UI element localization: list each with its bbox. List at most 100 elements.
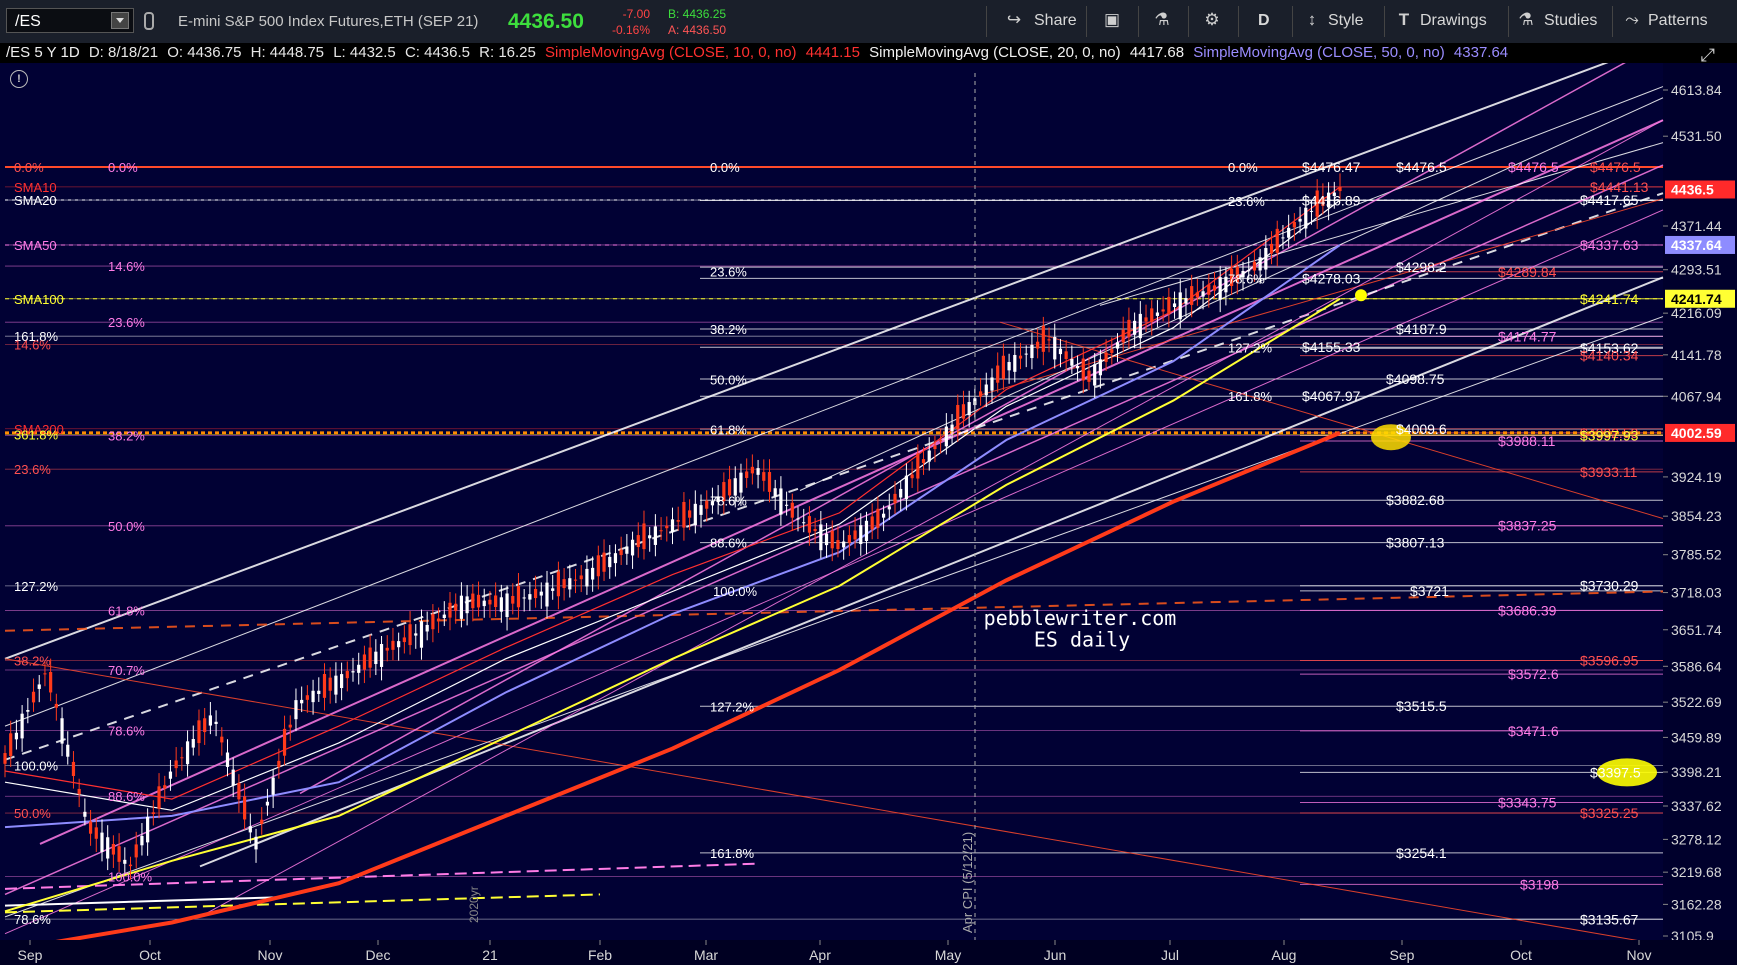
share-icon[interactable]: ↪	[1004, 10, 1024, 30]
candle-body	[294, 700, 298, 720]
period-button[interactable]: D	[1258, 12, 1270, 30]
price-level-label: $4278.03	[1302, 270, 1361, 286]
text-icon[interactable]: T	[1394, 10, 1414, 30]
candle-body	[608, 556, 612, 568]
sma20-value: 4417.68	[1129, 44, 1185, 61]
candle-body	[1172, 303, 1177, 308]
candle-body	[54, 703, 58, 708]
candle-body	[511, 595, 515, 604]
bid-ask: B: 4436.25 A: 4436.50	[668, 6, 726, 38]
candle-body	[899, 488, 903, 498]
candle-body	[379, 644, 384, 667]
candle-body	[180, 757, 184, 759]
x-tick-label: Feb	[588, 947, 612, 963]
fib-label: 100.0%	[14, 758, 59, 773]
price-level-label: $4476.47	[1302, 159, 1361, 175]
ask-value: A: 4436.50	[668, 23, 727, 37]
candle-body	[790, 502, 794, 518]
candle-body	[653, 526, 657, 545]
candle-body	[31, 691, 36, 703]
candle-body	[128, 864, 133, 867]
candle-body	[20, 713, 24, 739]
candle-body	[9, 733, 13, 757]
symbol-selector[interactable]: /ES	[6, 8, 134, 33]
studies-icon[interactable]: ⚗	[1516, 10, 1536, 30]
candle-body	[693, 503, 697, 526]
fib-label: 78.6%	[14, 912, 51, 927]
candle-body	[374, 651, 378, 665]
drawings-button[interactable]: Drawings	[1420, 12, 1487, 30]
candle-body	[100, 832, 104, 852]
fib-label: SMA20	[14, 193, 57, 208]
fib-label: 0.0%	[710, 160, 740, 175]
candle-body	[243, 796, 247, 820]
price-badge-label: 4241.74	[1671, 291, 1722, 307]
candle-body	[516, 585, 521, 608]
candle-body	[111, 843, 115, 855]
y-tick-label: 4531.50	[1671, 128, 1722, 144]
fib-label: 161.8%	[1228, 389, 1273, 404]
candle-body	[573, 579, 578, 581]
studies-button[interactable]: Studies	[1544, 12, 1597, 30]
candle-body	[762, 472, 766, 481]
candle-body	[1167, 296, 1171, 315]
candle-body	[1064, 351, 1068, 360]
sma10-label[interactable]: SimpleMovingAvg (CLOSE, 10, 0, no)	[545, 44, 797, 61]
patterns-button[interactable]: Patterns	[1648, 12, 1708, 30]
candle-body	[944, 426, 948, 447]
candle-body	[1338, 186, 1342, 192]
candle-body	[539, 591, 543, 596]
candle-body	[602, 552, 606, 572]
candle-body	[117, 846, 121, 862]
style-icon[interactable]: ↕	[1302, 10, 1322, 30]
candle-body	[1018, 355, 1023, 359]
fib-label: 0.0%	[14, 160, 44, 175]
screenshot-icon[interactable]: ▣	[1102, 10, 1122, 30]
price-chart[interactable]: Apr CPI (5/12/21)2020yr0.0% 0.0%SMA10SMA2…	[0, 63, 1737, 965]
candle-body	[739, 472, 743, 493]
candle-body	[864, 520, 869, 541]
candle-body	[66, 744, 70, 757]
y-tick-label: 4371.44	[1671, 218, 1722, 234]
candle-body	[807, 516, 812, 533]
candle-body	[967, 402, 971, 416]
patterns-icon[interactable]: ⤳	[1622, 10, 1642, 30]
candle-body	[1190, 286, 1194, 305]
price-level-label: $4476.5	[1508, 159, 1559, 175]
candle-body	[613, 553, 618, 564]
candle-body	[1058, 348, 1063, 355]
style-button[interactable]: Style	[1328, 12, 1364, 30]
fib-label: SMA100	[14, 292, 64, 307]
candle-body	[625, 546, 629, 554]
chevron-down-icon[interactable]	[111, 12, 129, 29]
sma20-label[interactable]: SimpleMovingAvg (CLOSE, 20, 0, no)	[869, 44, 1121, 61]
share-button[interactable]: Share	[1034, 12, 1077, 30]
candle-body	[904, 475, 909, 500]
flask-icon[interactable]: ⚗	[1152, 10, 1172, 30]
year-marker-label: 2020yr	[467, 886, 481, 923]
candle-body	[191, 739, 195, 748]
sma50-label[interactable]: SimpleMovingAvg (CLOSE, 50, 0, no)	[1193, 44, 1445, 61]
candle-body	[1281, 237, 1285, 239]
info-icon[interactable]: !	[10, 70, 28, 88]
gear-icon[interactable]: ⚙	[1202, 10, 1222, 30]
price-level-label: $3997.93	[1580, 428, 1639, 444]
candle-body	[699, 505, 703, 515]
candle-body	[277, 760, 281, 768]
instrument-description: E-mini S&P 500 Index Futures,ETH (SEP 21…	[178, 13, 479, 30]
last-price: 4436.50	[508, 10, 584, 33]
toolbar-separator	[1508, 6, 1509, 37]
chart-header: /ES 5 Y 1D	[6, 44, 80, 61]
candle-body	[579, 575, 583, 580]
candle-body	[1178, 292, 1182, 320]
candle-body	[214, 721, 218, 725]
candle-body	[956, 404, 960, 430]
fib-label: 14.6%	[108, 259, 145, 274]
candle-body	[767, 472, 772, 492]
price-level-label: $4298.2	[1396, 259, 1447, 275]
fib-label: 50.0%	[108, 519, 145, 534]
link-icon[interactable]	[144, 12, 154, 30]
y-tick-label: 3337.62	[1671, 798, 1722, 814]
candle-body	[705, 500, 709, 509]
candle-body	[351, 671, 355, 673]
